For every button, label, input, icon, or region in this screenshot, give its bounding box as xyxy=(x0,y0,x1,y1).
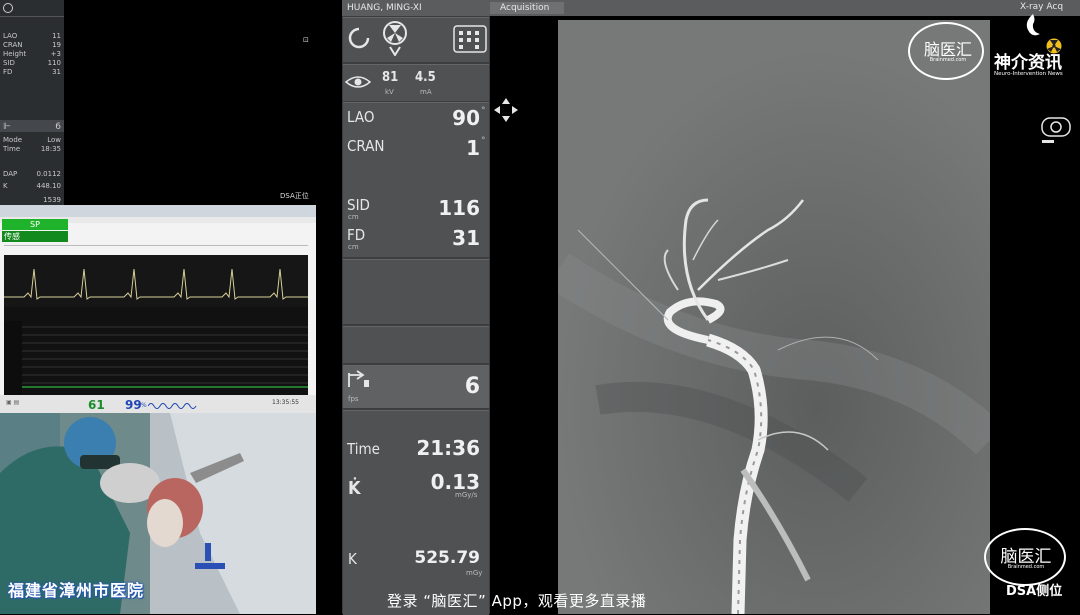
kdot-label: K̇ xyxy=(348,478,361,499)
heart-rate-value: 61 xyxy=(88,398,105,412)
angle-label-lao: LAO xyxy=(347,108,375,126)
strip-label: Time xyxy=(3,145,21,153)
strip-value: 18:35 xyxy=(40,145,61,153)
detector-grid-icon[interactable] xyxy=(453,25,487,53)
strip-bottom-value: 1539 xyxy=(43,196,61,204)
kv-unit: kV xyxy=(385,88,394,96)
angle-label-cran: CRAN xyxy=(347,137,385,155)
monitor-time: 13:35:55 xyxy=(272,399,299,406)
strip-value: 11 xyxy=(52,32,61,40)
news-title: 神介资讯 xyxy=(994,53,1062,73)
sid-value: 116 xyxy=(438,196,480,220)
strip-label: Height xyxy=(3,50,27,58)
strip-value: +3 xyxy=(50,50,61,58)
degree-icon: ° xyxy=(481,136,486,146)
promo-subtitle: 登录 “脑医汇” App，观看更多直录播 xyxy=(387,592,647,610)
eye-icon xyxy=(345,76,371,88)
pleth-mini-waveform xyxy=(148,403,197,409)
time-value: 21:36 xyxy=(416,436,480,460)
move-crosshair-icon[interactable] xyxy=(493,97,519,123)
sid-label: SID xyxy=(347,196,370,214)
strip-label: K xyxy=(3,182,8,190)
angiography-image xyxy=(558,20,990,614)
cerebral-angiogram-image xyxy=(558,20,990,614)
ma-value: 4.5 xyxy=(415,70,436,85)
strip-value: 448.10 xyxy=(36,182,62,190)
brainmed-logo-bottom: 脑医汇 Brainmed.com xyxy=(984,528,1066,586)
dsa-front-tag: DSA正位 xyxy=(280,192,309,200)
monitor-titlebar xyxy=(0,205,316,217)
strip-label: SID xyxy=(3,59,15,67)
vitals-monitor: SP 传感 ▣ ▤ 13:35:55 61 99 % xyxy=(0,205,316,413)
tab-acquisition[interactable]: Acquisition xyxy=(490,2,564,14)
ecg-waveform xyxy=(4,255,308,395)
strip-value: 31 xyxy=(52,68,61,76)
strip-value: 19 xyxy=(52,41,61,49)
kdot-unit: mGy/s xyxy=(455,491,478,499)
time-label: Time xyxy=(347,440,380,458)
angle-value-cran: 1 xyxy=(466,136,480,160)
viewer-right-strip xyxy=(990,16,1080,614)
k-label: K xyxy=(348,550,357,568)
sensor-alarm-label: 传感 xyxy=(2,231,68,242)
strip-label: LAO xyxy=(3,32,18,40)
brainmed-logo-top: 脑医汇 Brainmed.com xyxy=(908,22,984,80)
strip-fps: 6 xyxy=(55,122,61,132)
fps-icon: ⊩ xyxy=(3,122,11,132)
panel-empty-slot xyxy=(343,326,489,363)
strip-label: CRAN xyxy=(3,41,23,49)
sid-unit: cm xyxy=(348,213,359,221)
news-subtitle: Neuro-Intervention News xyxy=(994,71,1063,77)
reset-circular-icon[interactable] xyxy=(347,26,371,50)
fd-unit: cm xyxy=(348,243,359,251)
viewer-header xyxy=(490,0,1080,16)
fd-value: 31 xyxy=(452,226,480,250)
spo2-unit: % xyxy=(141,402,147,409)
fps-unit: fps xyxy=(348,395,359,403)
kv-value: 81 xyxy=(382,70,399,85)
ma-unit: mA xyxy=(420,88,432,96)
sp-alarm-label: SP xyxy=(2,219,68,230)
brainmed-logo-sub: Brainmed.com xyxy=(929,57,967,63)
k-unit: mGy xyxy=(466,569,483,577)
frame-rate-icon xyxy=(348,370,369,387)
panel-empty-slot xyxy=(343,259,489,324)
neuro-logo-icon xyxy=(1026,14,1040,36)
k-value: 525.79 xyxy=(414,548,480,568)
fps-value: 6 xyxy=(464,374,480,399)
strip-label: Mode xyxy=(3,136,23,144)
monitor-status-icon: ▣ ▤ xyxy=(6,399,20,406)
hospital-caption: 福建省漳州市医院 xyxy=(8,581,145,600)
brainmed-logo-sub: Brainmed.com xyxy=(1007,564,1045,570)
degree-icon: ° xyxy=(481,106,486,116)
patient-name: HUANG, MING-XI xyxy=(342,0,490,16)
fd-label: FD xyxy=(347,226,366,244)
strip-value: Low xyxy=(47,136,61,144)
angle-value-lao: 90 xyxy=(452,106,480,130)
strip-value: 110 xyxy=(47,59,61,67)
refresh-icon xyxy=(3,3,13,13)
dsa-lateral-tag: DSA侧位 xyxy=(1006,584,1063,599)
dsa-tag-small-icon: ⊡ xyxy=(303,36,309,44)
xray-acq-label: X-ray Acq xyxy=(1020,2,1064,12)
strip-label: DAP xyxy=(3,170,18,178)
strip-value: 0.0112 xyxy=(36,170,62,178)
waveform-panel xyxy=(4,255,308,395)
spo2-value: 99 xyxy=(125,398,142,412)
camera-eye-icon[interactable] xyxy=(1040,116,1072,146)
xray-tube-icon[interactable] xyxy=(382,20,408,56)
secondary-monitor-strip: LAO 11 CRAN 19 Height +3 SID 110 FD 31 ⊩ 6 Mod… xyxy=(0,0,64,205)
strip-label: FD xyxy=(3,68,13,76)
